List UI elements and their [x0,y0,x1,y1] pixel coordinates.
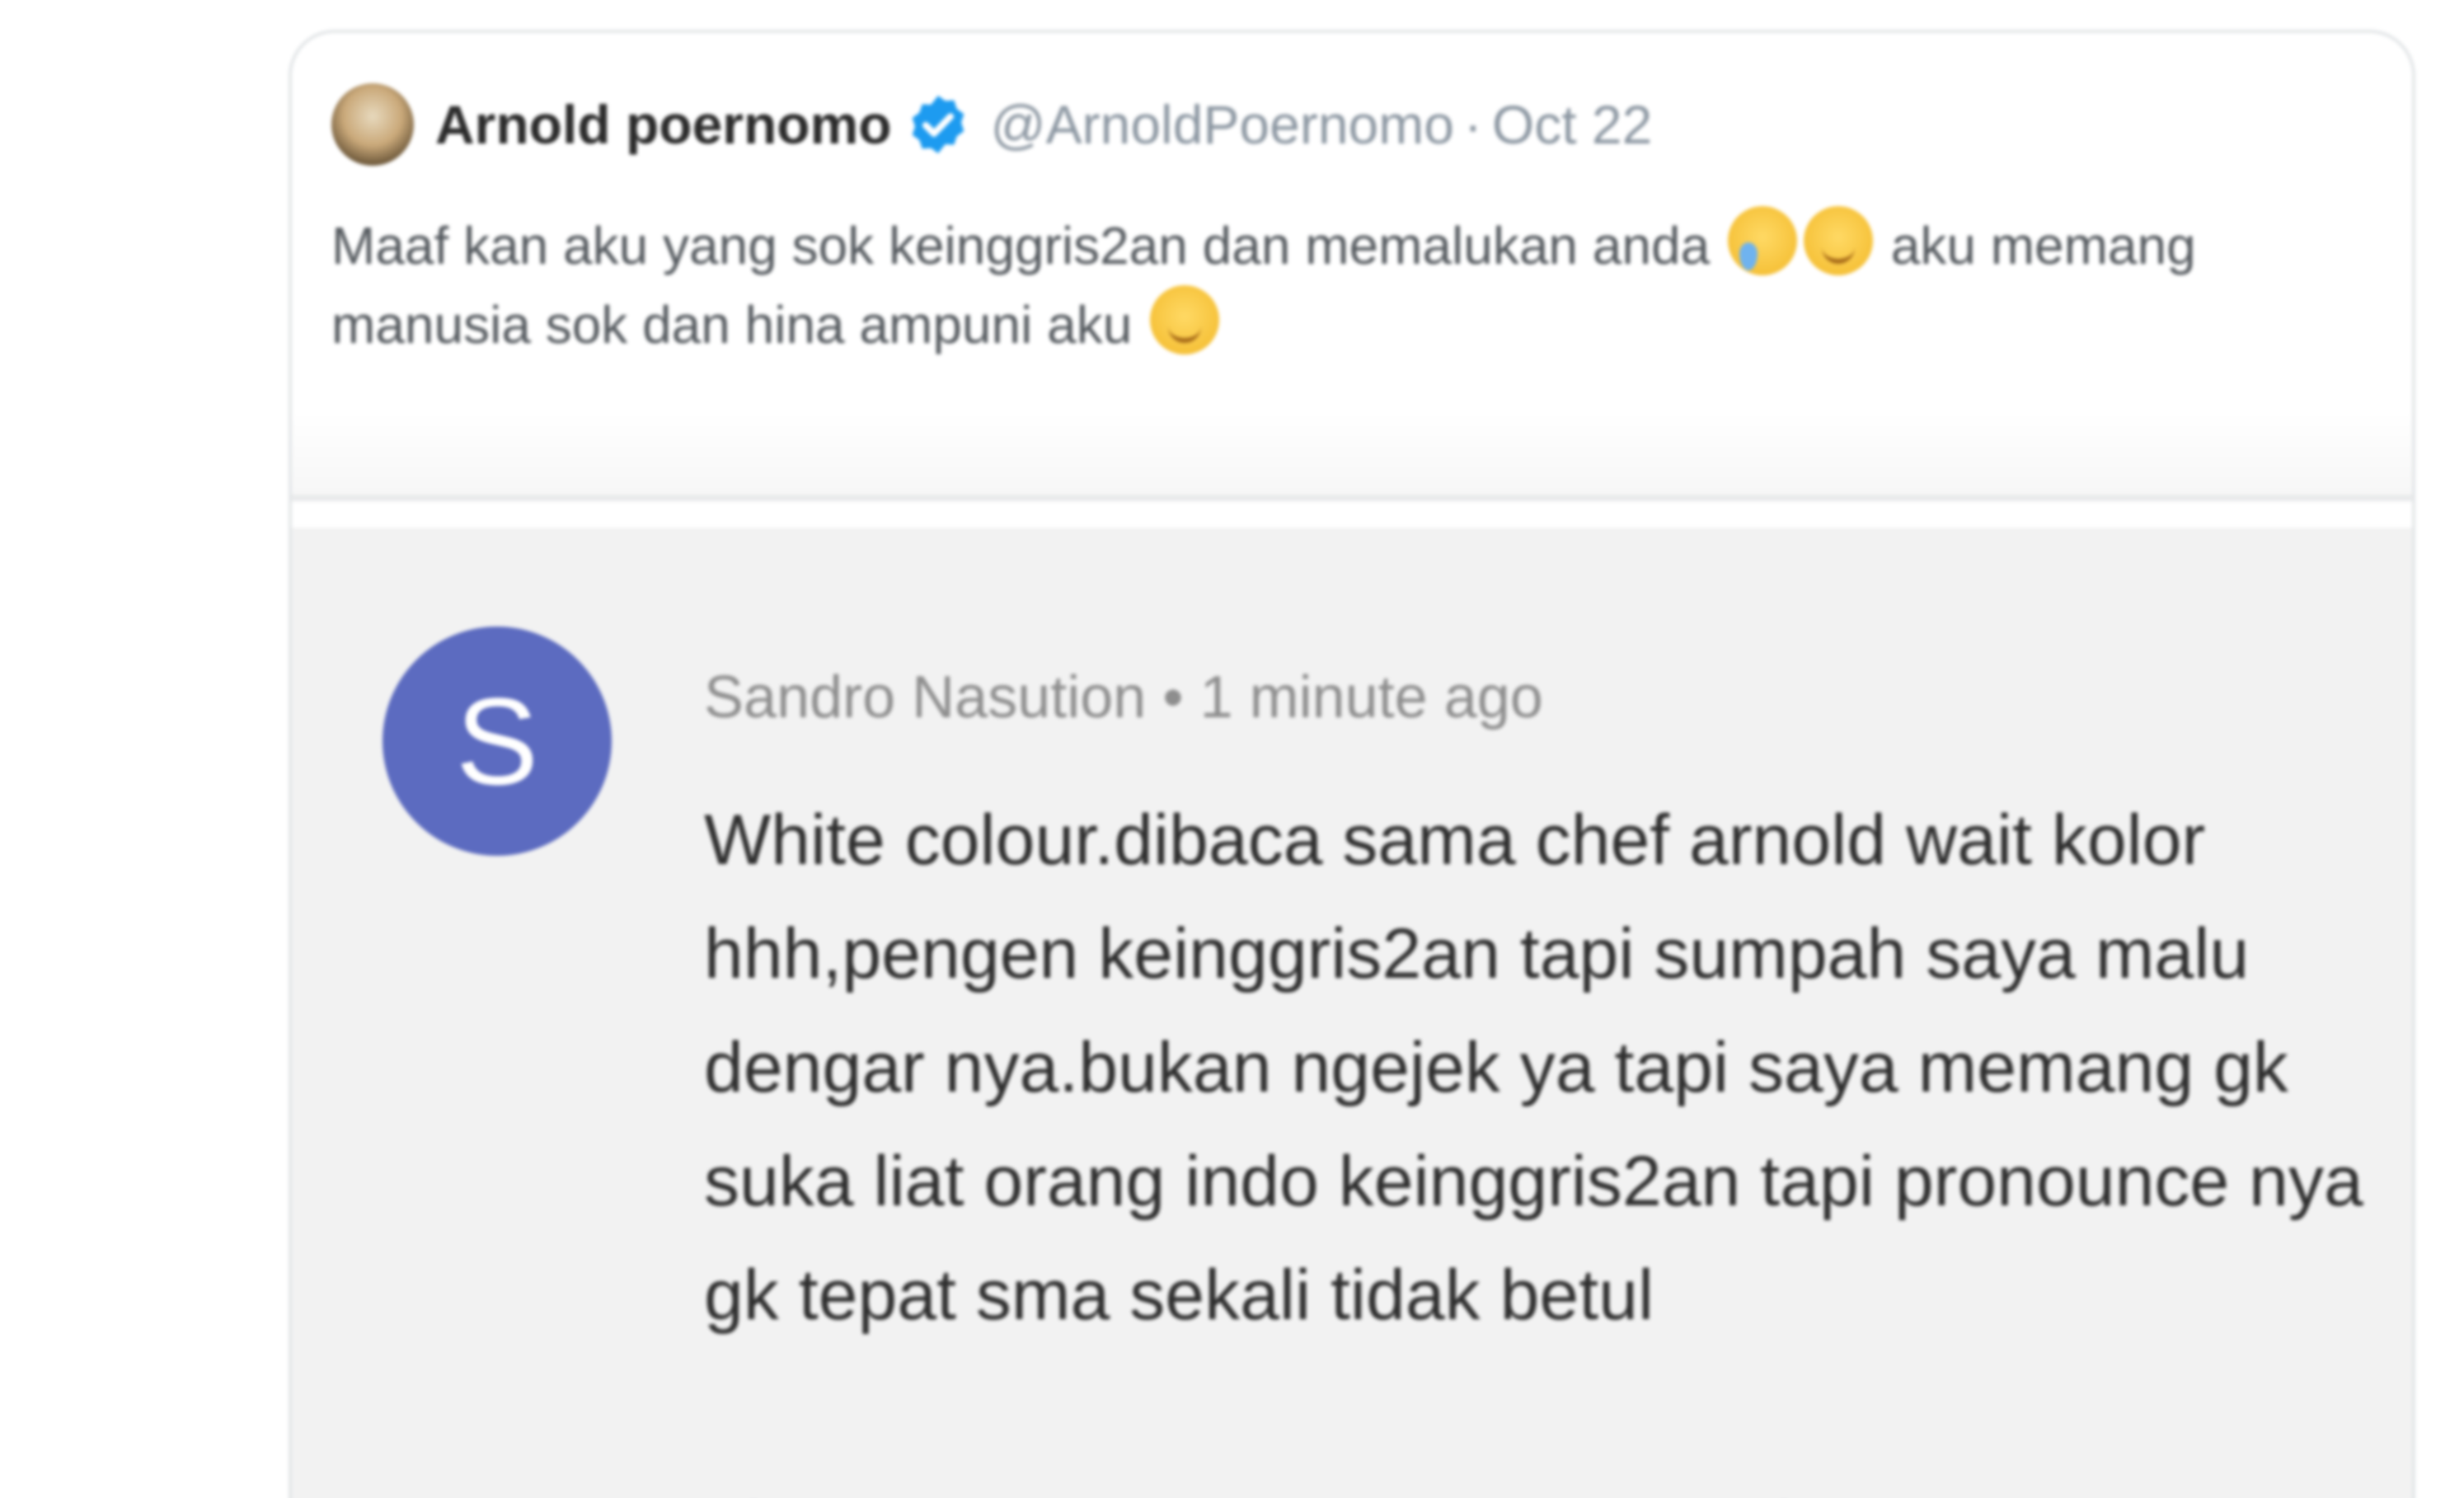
verified-badge-icon [912,96,964,153]
tweet-display-name[interactable]: Arnold poernomo [435,93,892,156]
commenter-avatar[interactable]: S [383,627,612,856]
comment-author[interactable]: Sandro Nasution [704,664,1146,730]
comment-panel: S Sandro Nasution • 1 minute ago White col… [292,528,2412,1498]
relieved-face-emoji-icon [1803,206,1873,275]
comment-bullet: • [1162,664,1184,730]
tweet-header: Arnold poernomo @ArnoldPoernomo · Oct 22 [331,79,1652,170]
tweet-date[interactable]: Oct 22 [1492,93,1652,156]
screenshot-stage: Arnold poernomo @ArnoldPoernomo · Oct 22… [0,0,2464,1498]
tweet-fade [292,412,2412,495]
tweet-author-avatar[interactable] [331,83,414,166]
comment-text: White colour.dibaca sama chef arnold wai… [704,801,2363,1335]
comment-card: Arnold poernomo @ArnoldPoernomo · Oct 22… [289,30,2415,1498]
comment-meta: Sandro Nasution • 1 minute ago [704,664,1543,731]
tweet-text: Maaf kan aku yang sok keinggris2an dan m… [331,206,2351,364]
commenter-avatar-letter: S [455,671,539,810]
tweet-handle[interactable]: @ArnoldPoernomo [991,93,1454,156]
crying-face-emoji-icon [1727,206,1797,275]
relieved-face-emoji-icon [1150,285,1220,355]
comment-time: 1 minute ago [1199,664,1543,730]
divider [292,495,2412,501]
embedded-tweet[interactable]: Arnold poernomo @ArnoldPoernomo · Oct 22… [292,33,2412,495]
tweet-text-part1: Maaf kan aku yang sok keinggris2an dan m… [331,216,1711,275]
tweet-separator: · [1463,94,1482,155]
